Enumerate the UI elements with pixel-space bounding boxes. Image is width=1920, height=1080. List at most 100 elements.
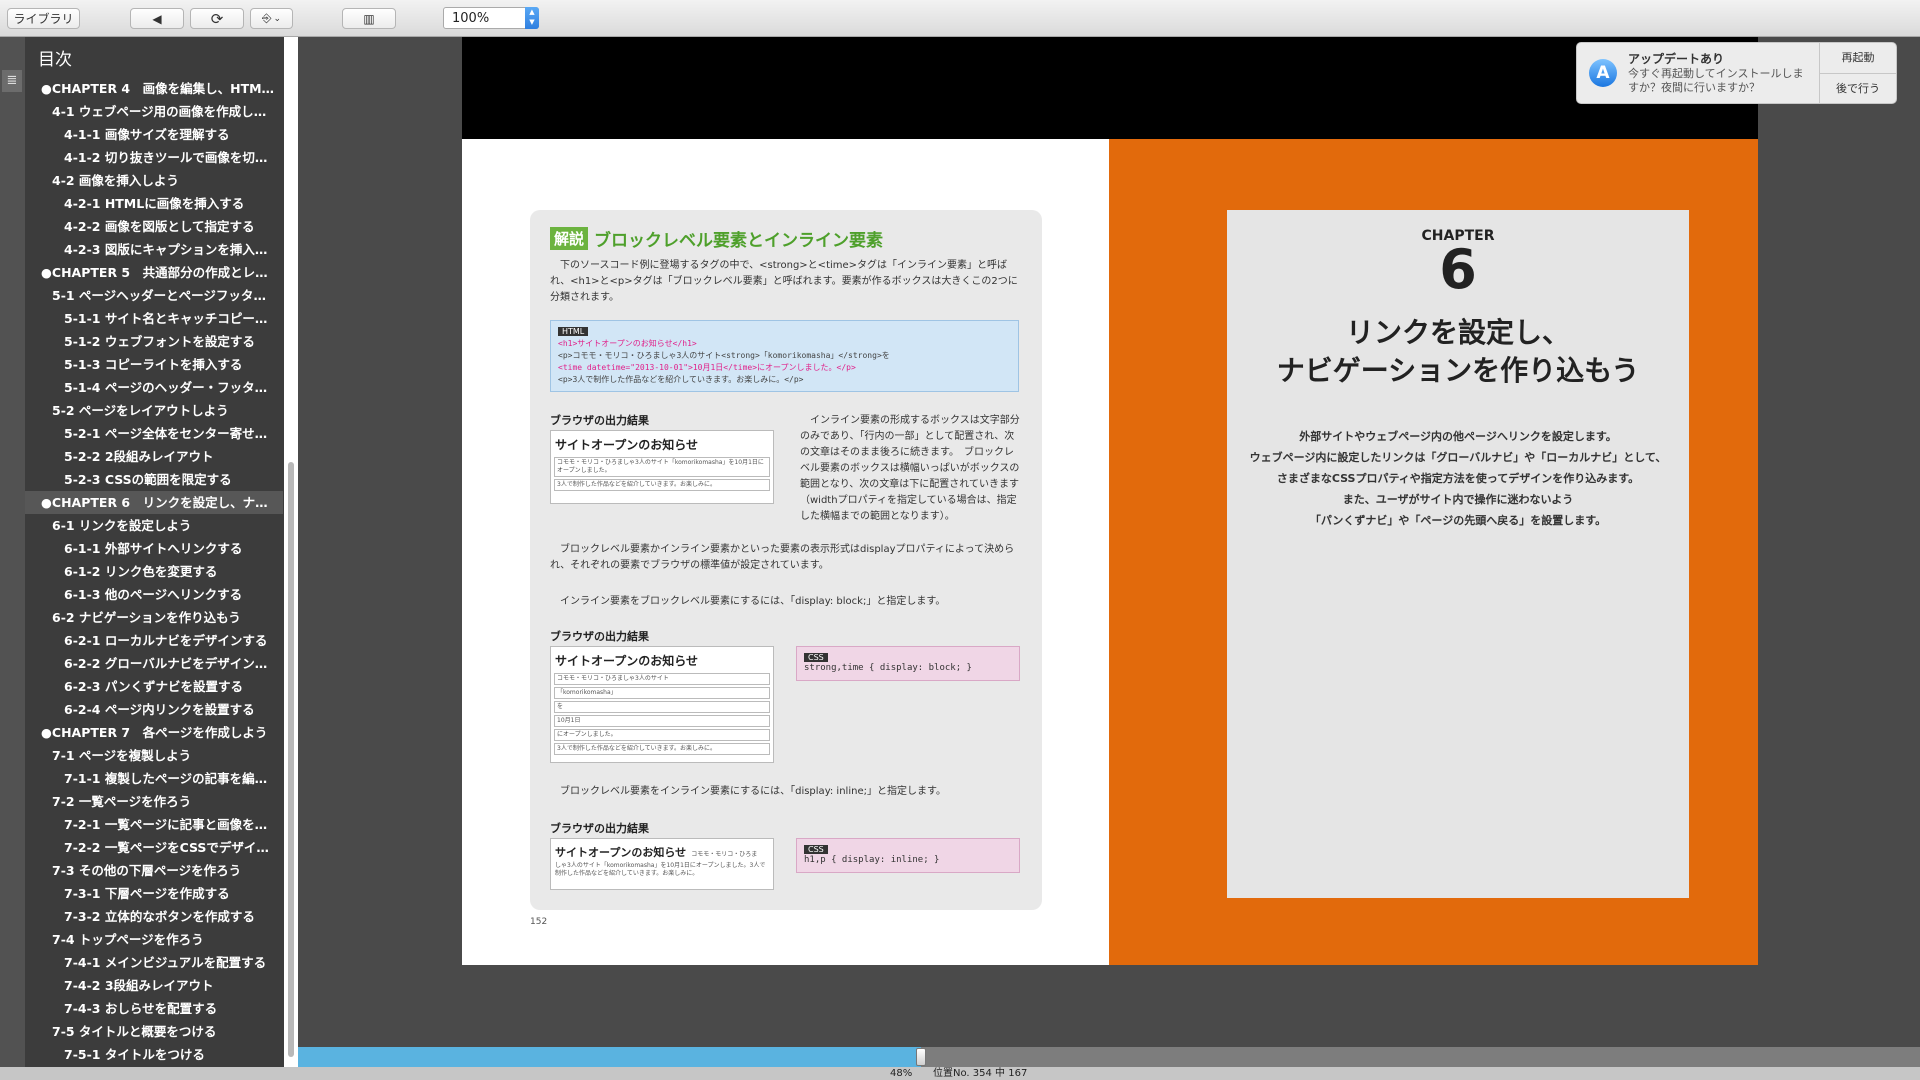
toc-item[interactable]: 7-5 タイトルと概要をつける	[25, 1020, 283, 1043]
toc-item[interactable]: 6-2-4 ページ内リンクを設置する	[25, 698, 283, 721]
toc-item[interactable]: 7-2 一覧ページを作ろう	[25, 790, 283, 813]
toc-item[interactable]: 4-1 ウェブページ用の画像を作成しよう	[25, 100, 283, 123]
toc-item[interactable]: 5-2 ページをレイアウトしよう	[25, 399, 283, 422]
toc-item[interactable]: 6-2 ナビゲーションを作り込もう	[25, 606, 283, 629]
reading-progress-bar[interactable]	[298, 1047, 1920, 1067]
toc-item[interactable]: 7-4-3 おしらせを配置する	[25, 997, 283, 1020]
panel-title: ブロックレベル要素とインライン要素	[594, 231, 884, 251]
toc-item[interactable]: 5-2-1 ページ全体をセンター寄せにする	[25, 422, 283, 445]
back-button[interactable]: ◀	[130, 8, 184, 29]
toc-scrollbar[interactable]	[284, 37, 298, 1067]
toc-item[interactable]: 7-5-1 タイトルをつける	[25, 1043, 283, 1066]
sync-button[interactable]: ⟳	[190, 8, 244, 29]
inline-paragraph: ブロックレベル要素をインライン要素にするには、「display: inline;…	[560, 786, 946, 797]
code-line: <p>3人で制作した作品などを紹介していきます。お楽しみに。</p>	[558, 375, 804, 384]
output-line: 「komorikomasha」	[554, 687, 770, 699]
layout-icon: ▥	[363, 11, 375, 26]
toolbar: ライブラリ ◀ ⟳ ⎆ ⌄ ▥ 100% ▲ ▼	[0, 0, 1920, 37]
progress-percent: 48%	[890, 1068, 913, 1079]
toc-item[interactable]: 7-3-1 下層ページを作成する	[25, 882, 283, 905]
toc-item[interactable]: 6-2-3 パンくずナビを設置する	[25, 675, 283, 698]
output-title: サイトオープンのお知らせ	[555, 846, 687, 859]
panel-heading: 解説 ブロックレベル要素とインライン要素	[550, 226, 883, 251]
css-code-line: h1,p { display: inline; }	[804, 855, 940, 865]
output-inline-start: コモモ・モリコ・ひろま	[691, 851, 758, 858]
browser-output-1: サイトオープンのお知らせ コモモ・モリコ・ひろましゃ3人のサイト「komorik…	[550, 430, 774, 504]
toc-item[interactable]: 5-2-3 CSSの範囲を限定する	[25, 468, 283, 491]
zoom-select[interactable]: 100% ▲ ▼	[443, 7, 539, 29]
toc-item[interactable]: 4-2-1 HTMLに画像を挿入する	[25, 192, 283, 215]
explanation-badge: 解説	[550, 227, 589, 250]
toc-item[interactable]: 5-1 ページヘッダーとページフッターを…	[25, 284, 283, 307]
output-title: サイトオープンのお知らせ	[555, 654, 699, 668]
toc-list-icon[interactable]: ≣	[2, 70, 22, 92]
page-number: 152	[530, 917, 548, 927]
chapter-desc-line: 外部サイトやウェブページ内の他ページへリンクを設定します。	[1299, 430, 1617, 443]
toc-item[interactable]: ●CHAPTER 4 画像を編集し、HTMLで…	[25, 77, 283, 100]
book-page-left: 解説 ブロックレベル要素とインライン要素 下のソースコード例に登場するタグの中で…	[462, 139, 1109, 965]
library-button[interactable]: ライブラリ	[7, 8, 80, 29]
notification-title: アップデートあり	[1628, 52, 1725, 66]
reading-progress-fill	[298, 1047, 921, 1067]
toc-item[interactable]: 5-1-2 ウェブフォントを設定する	[25, 330, 283, 353]
browser-output-3: サイトオープンのお知らせ コモモ・モリコ・ひろま しゃ3人のサイト「komori…	[550, 838, 774, 890]
css-code-block-2: CSS h1,p { display: inline; }	[796, 838, 1020, 873]
output-line: 3人で制作した作品などを紹介していきます。お楽しみに。	[554, 479, 770, 491]
toc-item[interactable]: 7-3-2 立体的なボタンを作成する	[25, 905, 283, 928]
toc-item[interactable]: 5-1-3 コピーライトを挿入する	[25, 353, 283, 376]
css-code-tag: CSS	[804, 653, 828, 662]
toc-item[interactable]: 7-2-2 一覧ページをCSSでデザインする	[25, 836, 283, 859]
book-viewer: 解説 ブロックレベル要素とインライン要素 下のソースコード例に登場するタグの中で…	[462, 37, 1758, 965]
toc-item[interactable]: 4-2-2 画像を図版として指定する	[25, 215, 283, 238]
output-line: 3人で制作した作品などを紹介していきます。お楽しみに。	[554, 743, 770, 755]
toc-item[interactable]: 7-2-1 一覧ページに記事と画像を挿入…	[25, 813, 283, 836]
toc-item[interactable]: 5-1-4 ページのヘッダー・フッターと…	[25, 376, 283, 399]
goto-icon: ⎆	[261, 11, 272, 25]
toc-item[interactable]: ●CHAPTER 6 リンクを設定し、ナビゲ…	[25, 491, 283, 514]
toc-item[interactable]: 6-1-1 外部サイトへリンクする	[25, 537, 283, 560]
progress-slider-handle[interactable]	[916, 1048, 926, 1066]
later-button[interactable]: 後で行う	[1820, 74, 1896, 104]
restart-button[interactable]: 再起動	[1820, 43, 1896, 73]
toc-item[interactable]: 7-1 ページを複製しよう	[25, 744, 283, 767]
chapter-title-box: CHAPTER 6 リンクを設定し、 ナビゲーションを作り込もう 外部サイトやウ…	[1227, 210, 1689, 898]
output-line: コモモ・モリコ・ひろましゃ3人のサイト	[554, 673, 770, 685]
explanation-panel: 解説 ブロックレベル要素とインライン要素 下のソースコード例に登場するタグの中で…	[530, 210, 1042, 910]
toc-item[interactable]: 4-1-2 切り抜きツールで画像を切り抜く	[25, 146, 283, 169]
toc-item[interactable]: 6-1-2 リンク色を変更する	[25, 560, 283, 583]
toc-item[interactable]: 4-1-1 画像サイズを理解する	[25, 123, 283, 146]
sidebar-tab-strip	[0, 37, 25, 1067]
toc-item[interactable]: 4-2 画像を挿入しよう	[25, 169, 283, 192]
browser-output-2: サイトオープンのお知らせ コモモ・モリコ・ひろましゃ3人のサイト 「komori…	[550, 646, 774, 763]
css-code-line: strong,time { display: block; }	[804, 663, 972, 673]
code-line: <time datetime="2013-10-01">10月1日</time>…	[558, 363, 856, 372]
output-line: 10月1日	[554, 715, 770, 727]
toc-sidebar: ≣ 目次 ●CHAPTER 4 画像を編集し、HTMLで… 4-1 ウェブページ用…	[0, 37, 298, 1067]
toc-item[interactable]: 6-1-3 他のページへリンクする	[25, 583, 283, 606]
toc-item[interactable]: 6-2-2 グローバルナビをデザインする	[25, 652, 283, 675]
toc-item[interactable]: 7-1-1 複製したページの記事を編集する	[25, 767, 283, 790]
output-heading: ブラウザの出力結果	[550, 414, 649, 427]
chapter-desc-line: ウェブページ内に設定したリンクは「グローバルナビ」や「ローカルナビ」として、	[1249, 451, 1667, 464]
toc-item[interactable]: 4-2-3 図版にキャプションを挿入する	[25, 238, 283, 261]
goto-button[interactable]: ⎆ ⌄	[250, 8, 293, 29]
toc-item[interactable]: 6-1 リンクを設定しよう	[25, 514, 283, 537]
toc-item[interactable]: 7-4-1 メインビジュアルを配置する	[25, 951, 283, 974]
chapter-number: 6	[1439, 238, 1477, 301]
update-notification: A アップデートあり 今すぐ再起動してインストールしますか？夜間に行いますか？ …	[1576, 42, 1897, 104]
toc-item[interactable]: 6-2-1 ローカルナビをデザインする	[25, 629, 283, 652]
toc-item[interactable]: ●CHAPTER 5 共通部分の作成とレイア…	[25, 261, 283, 284]
view-layout-button[interactable]: ▥	[342, 8, 396, 29]
toc-item[interactable]: 5-2-2 2段組みレイアウト	[25, 445, 283, 468]
toc-item[interactable]: 5-1-1 サイト名とキャッチコピーを挿…	[25, 307, 283, 330]
toc-scrollbar-thumb[interactable]	[288, 462, 294, 1057]
chapter-title-line: リンクを設定し、	[1345, 316, 1570, 349]
app-store-icon: A	[1589, 59, 1617, 87]
toc-item[interactable]: 7-3 その他の下層ページを作ろう	[25, 859, 283, 882]
toc-item[interactable]: 7-4-2 3段組みレイアウト	[25, 974, 283, 997]
toc-item[interactable]: 7-4 トップページを作ろう	[25, 928, 283, 951]
toc-item[interactable]: ●CHAPTER 7 各ページを作成しよう	[25, 721, 283, 744]
zoom-stepper-icon[interactable]: ▲ ▼	[525, 7, 539, 29]
intro-paragraph: 下のソースコード例に登場するタグの中で、<strong>と<time>タグは「イ…	[550, 260, 1018, 303]
html-code-block: HTML <h1>サイトオープンのお知らせ</h1> <p>コモモ・モリコ・ひろ…	[550, 320, 1019, 392]
